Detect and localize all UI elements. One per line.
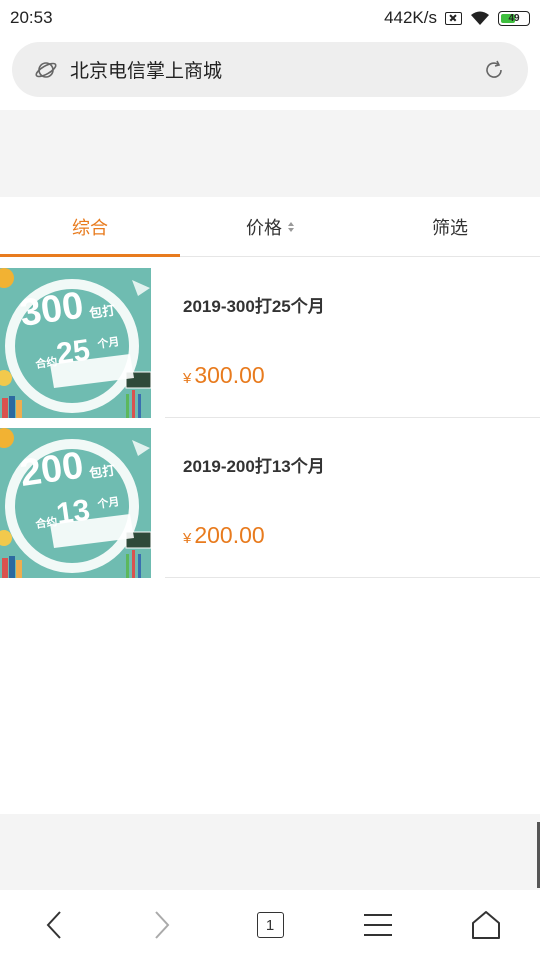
price-value: 200.00: [194, 522, 265, 548]
battery-icon: 49: [498, 10, 530, 26]
tab-price-label: 价格: [246, 217, 282, 238]
banner-placeholder: [0, 110, 540, 197]
status-bar: 20:53 442K/s 49: [0, 0, 540, 36]
product-thumbnail: 300 包打 合约 25 个月: [0, 268, 151, 418]
thumb-months: 13: [54, 494, 92, 531]
product-thumbnail: 200 包打 合约 13 个月: [0, 428, 151, 578]
thumb-big-number: 300: [17, 284, 86, 334]
footer-placeholder: [0, 814, 540, 890]
tab-general[interactable]: 综合: [0, 197, 180, 257]
currency-symbol: ¥: [183, 370, 192, 387]
tab-filter-label: 筛选: [432, 217, 468, 238]
product-name: 2019-300打25个月: [183, 297, 325, 316]
product-info: 2019-300打25个月 ¥300.00: [165, 266, 540, 418]
tab-general-label: 综合: [72, 217, 108, 238]
menu-button[interactable]: [348, 895, 408, 955]
menu-icon: [364, 914, 392, 936]
sort-tabs: 综合 价格 筛选: [0, 197, 540, 257]
product-item[interactable]: 200 包打 合约 13 个月 2019-200打13个月 ¥200.00: [0, 426, 540, 578]
back-button[interactable]: [24, 895, 84, 955]
product-name: 2019-200打13个月: [183, 457, 325, 476]
thumb-months: 25: [54, 334, 92, 371]
tabs-button[interactable]: 1: [240, 895, 300, 955]
status-time: 20:53: [10, 8, 53, 27]
status-icons: 442K/s 49: [384, 8, 530, 28]
tab-price[interactable]: 价格: [180, 197, 360, 256]
product-info: 2019-200打13个月 ¥200.00: [165, 426, 540, 578]
product-price: ¥300.00: [183, 362, 265, 389]
refresh-icon[interactable]: [482, 58, 506, 82]
browser-bottom-nav: 1: [0, 890, 540, 960]
sort-arrows-icon: [288, 221, 294, 232]
product-price: ¥200.00: [183, 522, 265, 549]
home-icon: [472, 911, 500, 939]
forward-button[interactable]: [132, 895, 192, 955]
home-button[interactable]: [456, 895, 516, 955]
battery-level: 49: [508, 12, 520, 24]
tab-filter[interactable]: 筛选: [360, 197, 540, 256]
wifi-icon: [471, 11, 489, 25]
planet-icon: [35, 61, 57, 78]
network-speed: 442K/s: [384, 8, 437, 27]
no-sim-icon: [445, 11, 462, 25]
currency-symbol: ¥: [183, 530, 192, 547]
price-value: 300.00: [194, 362, 265, 388]
tab-count: 1: [265, 916, 275, 934]
address-title: 北京电信掌上商城: [70, 61, 223, 82]
product-item[interactable]: 300 包打 合约 25 个月 2019-300打25个月 ¥300.00: [0, 266, 540, 418]
forward-icon: [155, 911, 170, 939]
address-bar[interactable]: 北京电信掌上商城: [12, 42, 528, 97]
tabs-icon: 1: [256, 912, 284, 938]
thumb-big-number: 200: [17, 444, 86, 494]
back-icon: [46, 911, 61, 939]
